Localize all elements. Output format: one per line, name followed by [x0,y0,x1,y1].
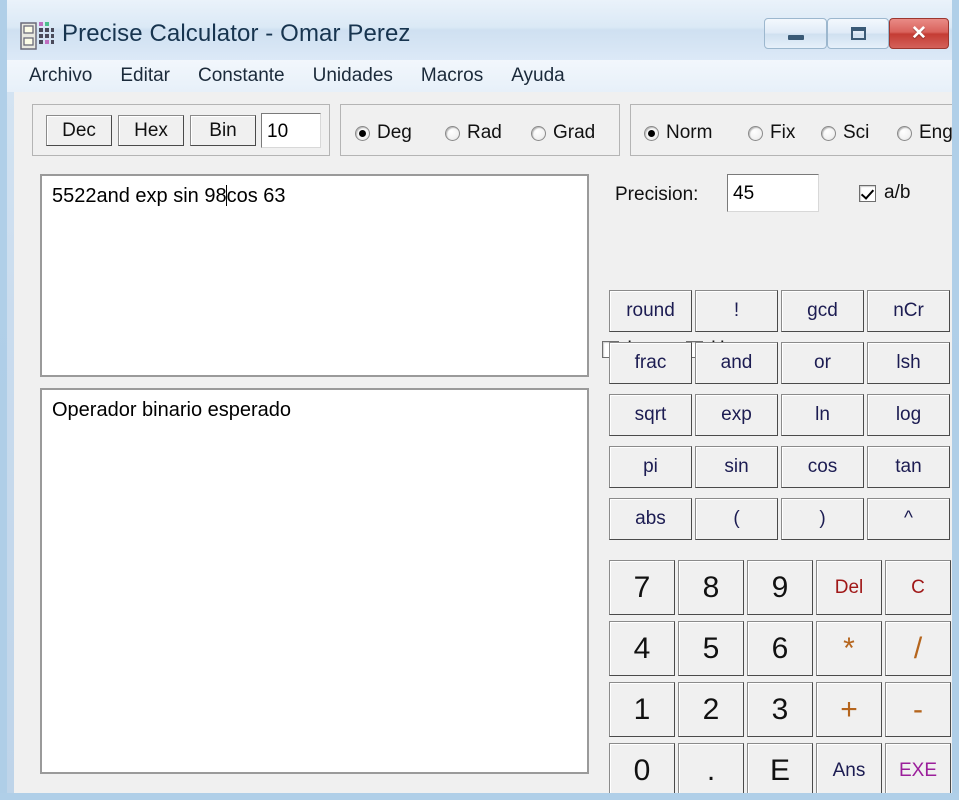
key-0[interactable]: 0 [609,743,675,793]
radio-deg-indicator [355,125,370,141]
restore-icon [850,27,866,40]
radio-norm-indicator [644,125,659,141]
radio-grad-indicator [531,125,546,141]
radio-deg[interactable]: Deg [355,122,412,144]
fn-button-ncr[interactable]: nCr [867,290,950,332]
precision-label: Precision: [615,184,699,205]
number-format-group: Norm Fix Sci Eng [630,104,952,156]
minimize-icon [787,35,804,40]
radio-eng[interactable]: Eng [897,122,952,144]
radio-rad[interactable]: Rad [445,122,502,144]
key-delete[interactable]: Del [816,560,882,615]
expression-text-after-caret: cos 63 [226,185,286,207]
menu-item-constante[interactable]: Constante [198,65,285,87]
radio-norm[interactable]: Norm [644,122,712,144]
radio-sci-indicator [821,125,836,141]
radio-fix[interactable]: Fix [748,122,795,144]
fn-button-sqrt[interactable]: sqrt [609,394,692,436]
fn-button-close-paren[interactable]: ) [781,498,864,540]
key-clear[interactable]: C [885,560,951,615]
key-5[interactable]: 5 [678,621,744,676]
key-3[interactable]: 3 [747,682,813,737]
key-8[interactable]: 8 [678,560,744,615]
fn-button-gcd[interactable]: gcd [781,290,864,332]
output-pane[interactable]: Operador binario esperado [40,388,589,774]
expression-input[interactable]: 5522and exp sin 98cos 63 [40,174,589,377]
fn-button-factorial[interactable]: ! [695,290,778,332]
checkbox-ab[interactable]: a/b [859,182,910,204]
angle-mode-group: Deg Rad Grad [340,104,620,156]
fn-button-sin[interactable]: sin [695,446,778,488]
fn-button-lsh[interactable]: lsh [867,342,950,384]
fn-button-log[interactable]: log [867,394,950,436]
key-2[interactable]: 2 [678,682,744,737]
number-base-group: Dec Hex Bin 10 [32,104,330,156]
radio-rad-indicator [445,125,460,141]
fn-button-pi[interactable]: pi [609,446,692,488]
checkbox-ab-indicator [859,184,876,202]
radio-grad-label: Grad [553,122,596,143]
fn-button-ln[interactable]: ln [781,394,864,436]
fn-button-tan[interactable]: tan [867,446,950,488]
key-decimal-point[interactable]: . [678,743,744,793]
expression-text-before-caret: 5522and exp sin 98 [52,185,227,207]
key-4[interactable]: 4 [609,621,675,676]
radio-norm-label: Norm [666,122,713,143]
radio-sci-label: Sci [843,122,870,143]
menu-item-macros[interactable]: Macros [421,65,483,87]
key-minus[interactable]: - [885,682,951,737]
radio-eng-label: Eng [919,122,952,143]
radio-sci[interactable]: Sci [821,122,869,144]
menu-item-archivo[interactable]: Archivo [29,65,92,87]
calculator-icon [20,22,54,50]
fn-button-exp[interactable]: exp [695,394,778,436]
client-area: Dec Hex Bin 10 Deg Rad Grad Norm Fix Sci… [14,92,952,793]
key-9[interactable]: 9 [747,560,813,615]
output-message: Operador binario esperado [52,399,292,421]
title-bar[interactable]: Precise Calculator - Omar Perez ✕ [7,0,952,60]
maximize-button[interactable] [827,18,889,49]
application-window: Precise Calculator - Omar Perez ✕ Archiv… [0,0,959,800]
key-plus[interactable]: + [816,682,882,737]
base-button-dec[interactable]: Dec [46,115,112,146]
key-7[interactable]: 7 [609,560,675,615]
base-button-hex[interactable]: Hex [118,115,184,146]
radio-grad[interactable]: Grad [531,122,595,144]
key-6[interactable]: 6 [747,621,813,676]
window-title: Precise Calculator - Omar Perez [62,20,411,47]
menu-item-unidades[interactable]: Unidades [313,65,393,87]
fn-button-abs[interactable]: abs [609,498,692,540]
menu-bar: Archivo Editar Constante Unidades Macros… [7,60,952,92]
fn-button-round[interactable]: round [609,290,692,332]
radio-fix-indicator [748,125,763,141]
menu-item-ayuda[interactable]: Ayuda [511,65,565,87]
key-exponent[interactable]: E [747,743,813,793]
checkbox-ab-label: a/b [884,182,911,203]
key-1[interactable]: 1 [609,682,675,737]
fn-button-power[interactable]: ^ [867,498,950,540]
fn-button-or[interactable]: or [781,342,864,384]
radio-eng-indicator [897,125,912,141]
key-ans[interactable]: Ans [816,743,882,793]
close-icon: ✕ [911,23,927,44]
key-multiply[interactable]: * [816,621,882,676]
minimize-button[interactable] [764,18,827,49]
key-exe[interactable]: EXE [885,743,951,793]
fn-button-cos[interactable]: cos [781,446,864,488]
radio-deg-label: Deg [377,122,412,143]
close-button[interactable]: ✕ [889,18,949,49]
fn-button-and[interactable]: and [695,342,778,384]
base-input[interactable]: 10 [261,113,321,148]
menu-item-editar[interactable]: Editar [120,65,170,87]
radio-rad-label: Rad [467,122,502,143]
radio-fix-label: Fix [770,122,796,143]
base-button-bin[interactable]: Bin [190,115,256,146]
fn-button-frac[interactable]: frac [609,342,692,384]
fn-button-open-paren[interactable]: ( [695,498,778,540]
precision-input[interactable]: 45 [727,174,819,212]
key-divide[interactable]: / [885,621,951,676]
